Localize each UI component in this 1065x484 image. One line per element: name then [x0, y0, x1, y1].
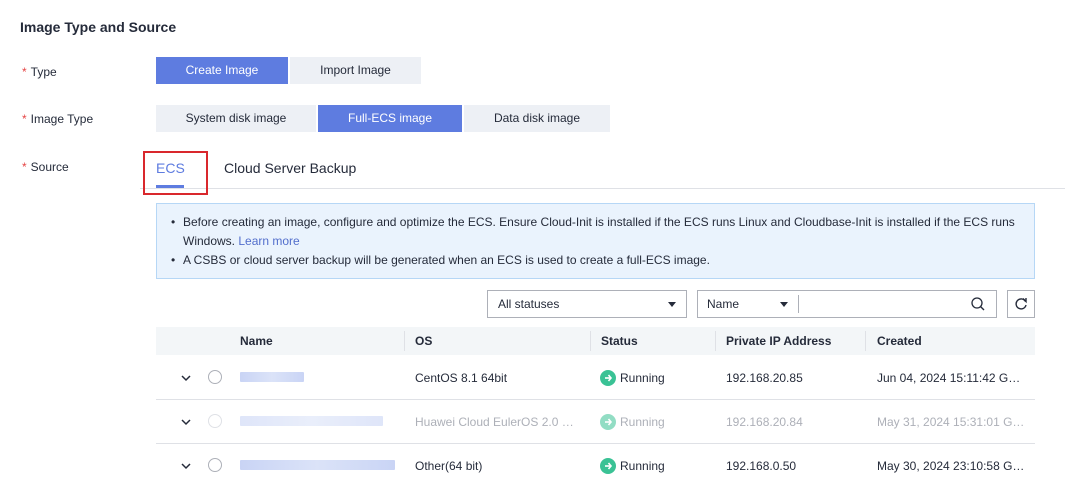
row-status: Running [620, 459, 665, 473]
row-radio[interactable] [208, 370, 222, 384]
image-type-label: * Image Type [22, 112, 94, 126]
chevron-down-icon [780, 302, 788, 307]
type-label: * Type [22, 65, 57, 79]
row-status: Running [620, 415, 665, 429]
row-os: Other(64 bit) [415, 459, 483, 473]
running-status-icon [600, 370, 616, 386]
chevron-down-icon[interactable] [178, 458, 194, 474]
row-radio[interactable] [208, 458, 222, 472]
required-mark: * [22, 65, 27, 79]
table-row[interactable]: CentOS 8.1 64bit Running 192.168.20.85 J… [156, 356, 1035, 400]
search-input[interactable] [798, 295, 958, 313]
info-bullet-1: Before creating an image, configure and … [171, 213, 1020, 251]
row-created: May 30, 2024 23:10:58 G… [877, 459, 1025, 473]
running-status-icon [600, 414, 616, 430]
info-notice: Before creating an image, configure and … [156, 203, 1035, 279]
column-divider [590, 331, 591, 351]
column-os[interactable]: OS [415, 334, 432, 348]
full-ecs-image-button[interactable]: Full-ECS image [318, 105, 462, 132]
chevron-down-icon [668, 302, 676, 307]
column-private-ip[interactable]: Private IP Address [726, 334, 831, 348]
row-os: Huawei Cloud EulerOS 2.0 … [415, 415, 574, 429]
highlight-annotation [143, 151, 208, 195]
learn-more-link[interactable]: Learn more [238, 234, 299, 248]
table-row: Huawei Cloud EulerOS 2.0 … Running 192.1… [156, 400, 1035, 444]
tab-cloud-server-backup[interactable]: Cloud Server Backup [224, 160, 356, 176]
redacted-name [240, 460, 395, 470]
required-mark: * [22, 160, 27, 174]
table-header: Name OS Status Private IP Address Create… [156, 327, 1035, 355]
column-status[interactable]: Status [601, 334, 638, 348]
column-divider [865, 331, 866, 351]
row-status: Running [620, 371, 665, 385]
column-created[interactable]: Created [877, 334, 922, 348]
source-label: * Source [22, 160, 69, 174]
column-name[interactable]: Name [240, 334, 273, 348]
refresh-icon [1015, 298, 1027, 310]
create-image-button[interactable]: Create Image [156, 57, 288, 84]
row-created: Jun 04, 2024 15:11:42 G… [877, 371, 1021, 385]
tabs-divider [140, 188, 1065, 189]
section-title: Image Type and Source [20, 19, 177, 35]
row-created: May 31, 2024 15:31:01 G… [877, 415, 1025, 429]
redacted-name [240, 372, 304, 382]
column-divider [404, 331, 405, 351]
row-private-ip: 192.168.0.50 [726, 459, 797, 473]
chevron-down-icon[interactable] [178, 370, 194, 386]
redacted-name [240, 416, 383, 426]
running-status-icon [600, 458, 616, 474]
system-disk-image-button[interactable]: System disk image [156, 105, 316, 132]
refresh-button[interactable] [1007, 290, 1035, 318]
status-filter-select[interactable]: All statuses [487, 290, 687, 318]
required-mark: * [22, 112, 27, 126]
row-private-ip: 192.168.20.85 [726, 371, 803, 385]
search-icon[interactable] [970, 296, 986, 312]
import-image-button[interactable]: Import Image [290, 57, 421, 84]
row-private-ip: 192.168.20.84 [726, 415, 803, 429]
table-row[interactable]: Other(64 bit) Running 192.168.0.50 May 3… [156, 444, 1035, 484]
column-divider [715, 331, 716, 351]
info-bullet-2: A CSBS or cloud server backup will be ge… [171, 251, 1020, 270]
chevron-down-icon[interactable] [178, 414, 194, 430]
row-os: CentOS 8.1 64bit [415, 371, 508, 385]
row-radio [208, 414, 222, 428]
data-disk-image-button[interactable]: Data disk image [464, 105, 610, 132]
